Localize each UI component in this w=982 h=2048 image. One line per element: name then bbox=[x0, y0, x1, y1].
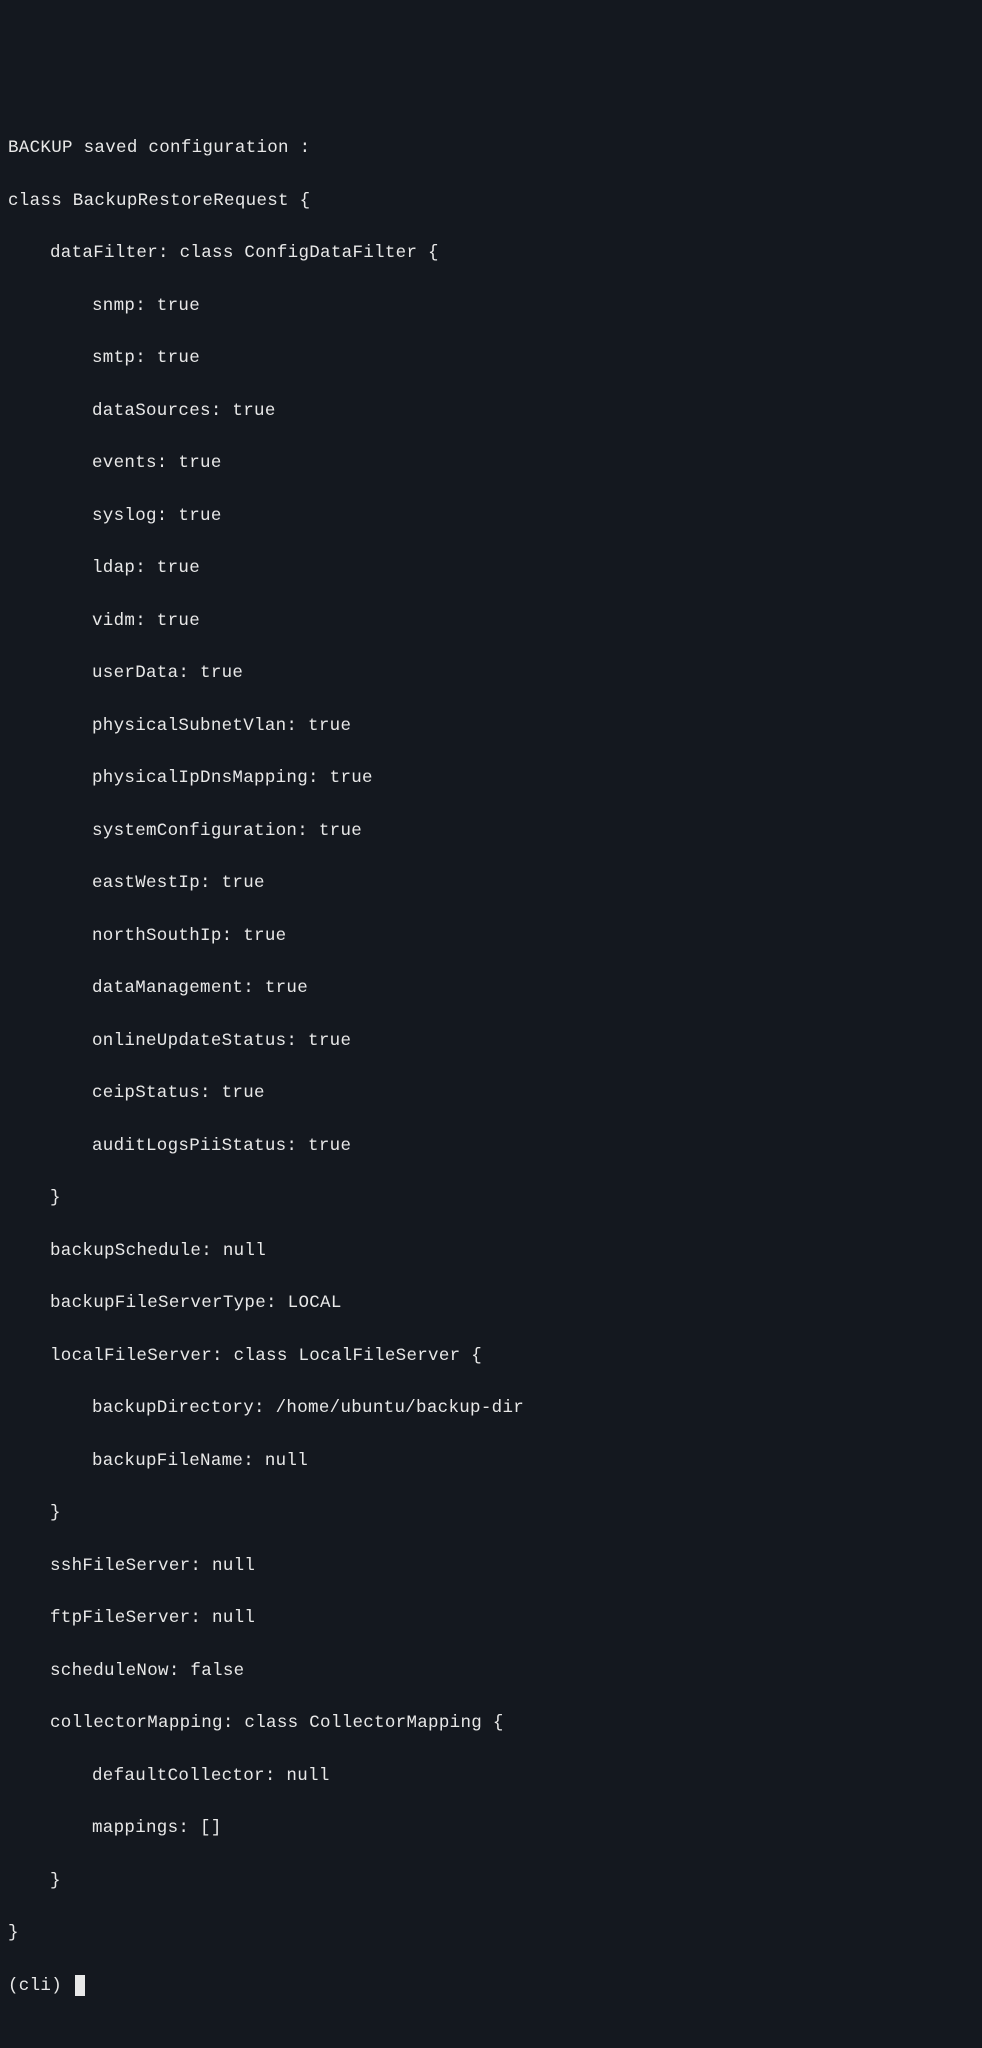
datafilter-declaration: dataFilter: class ConfigDataFilter { bbox=[8, 240, 974, 266]
backup-filename-field: backupFileName: null bbox=[8, 1448, 974, 1474]
datafilter-field: physicalIpDnsMapping: true bbox=[8, 765, 974, 791]
cli-prompt-line[interactable]: (cli) bbox=[8, 1973, 974, 1999]
datafilter-field: events: true bbox=[8, 450, 974, 476]
ssh-file-server-field: sshFileServer: null bbox=[8, 1553, 974, 1579]
datafilter-field: ceipStatus: true bbox=[8, 1080, 974, 1106]
datafilter-field: eastWestIp: true bbox=[8, 870, 974, 896]
backup-schedule-field: backupSchedule: null bbox=[8, 1238, 974, 1264]
datafilter-field: smtp: true bbox=[8, 345, 974, 371]
datafilter-field: physicalSubnetVlan: true bbox=[8, 713, 974, 739]
terminal-output: BACKUP saved configuration : class Backu… bbox=[8, 109, 974, 2025]
collector-mapping-close: } bbox=[8, 1868, 974, 1894]
datafilter-close: } bbox=[8, 1185, 974, 1211]
collector-mapping-declaration: collectorMapping: class CollectorMapping… bbox=[8, 1710, 974, 1736]
local-file-server-declaration: localFileServer: class LocalFileServer { bbox=[8, 1343, 974, 1369]
cursor-icon bbox=[75, 1975, 86, 1996]
ftp-file-server-field: ftpFileServer: null bbox=[8, 1605, 974, 1631]
datafilter-field: systemConfiguration: true bbox=[8, 818, 974, 844]
mappings-field: mappings: [] bbox=[8, 1815, 974, 1841]
output-header: BACKUP saved configuration : bbox=[8, 135, 974, 161]
cli-prompt-text: (cli) bbox=[8, 1973, 73, 1999]
datafilter-field: onlineUpdateStatus: true bbox=[8, 1028, 974, 1054]
backup-directory-field: backupDirectory: /home/ubuntu/backup-dir bbox=[8, 1395, 974, 1421]
schedule-now-field: scheduleNow: false bbox=[8, 1658, 974, 1684]
datafilter-field: userData: true bbox=[8, 660, 974, 686]
datafilter-field: snmp: true bbox=[8, 293, 974, 319]
datafilter-field: northSouthIp: true bbox=[8, 923, 974, 949]
default-collector-field: defaultCollector: null bbox=[8, 1763, 974, 1789]
datafilter-field: auditLogsPiiStatus: true bbox=[8, 1133, 974, 1159]
class-declaration: class BackupRestoreRequest { bbox=[8, 188, 974, 214]
datafilter-field: vidm: true bbox=[8, 608, 974, 634]
datafilter-field: dataManagement: true bbox=[8, 975, 974, 1001]
datafilter-field: dataSources: true bbox=[8, 398, 974, 424]
backup-file-server-type-field: backupFileServerType: LOCAL bbox=[8, 1290, 974, 1316]
datafilter-field: syslog: true bbox=[8, 503, 974, 529]
local-file-server-close: } bbox=[8, 1500, 974, 1526]
datafilter-field: ldap: true bbox=[8, 555, 974, 581]
class-close: } bbox=[8, 1920, 974, 1946]
